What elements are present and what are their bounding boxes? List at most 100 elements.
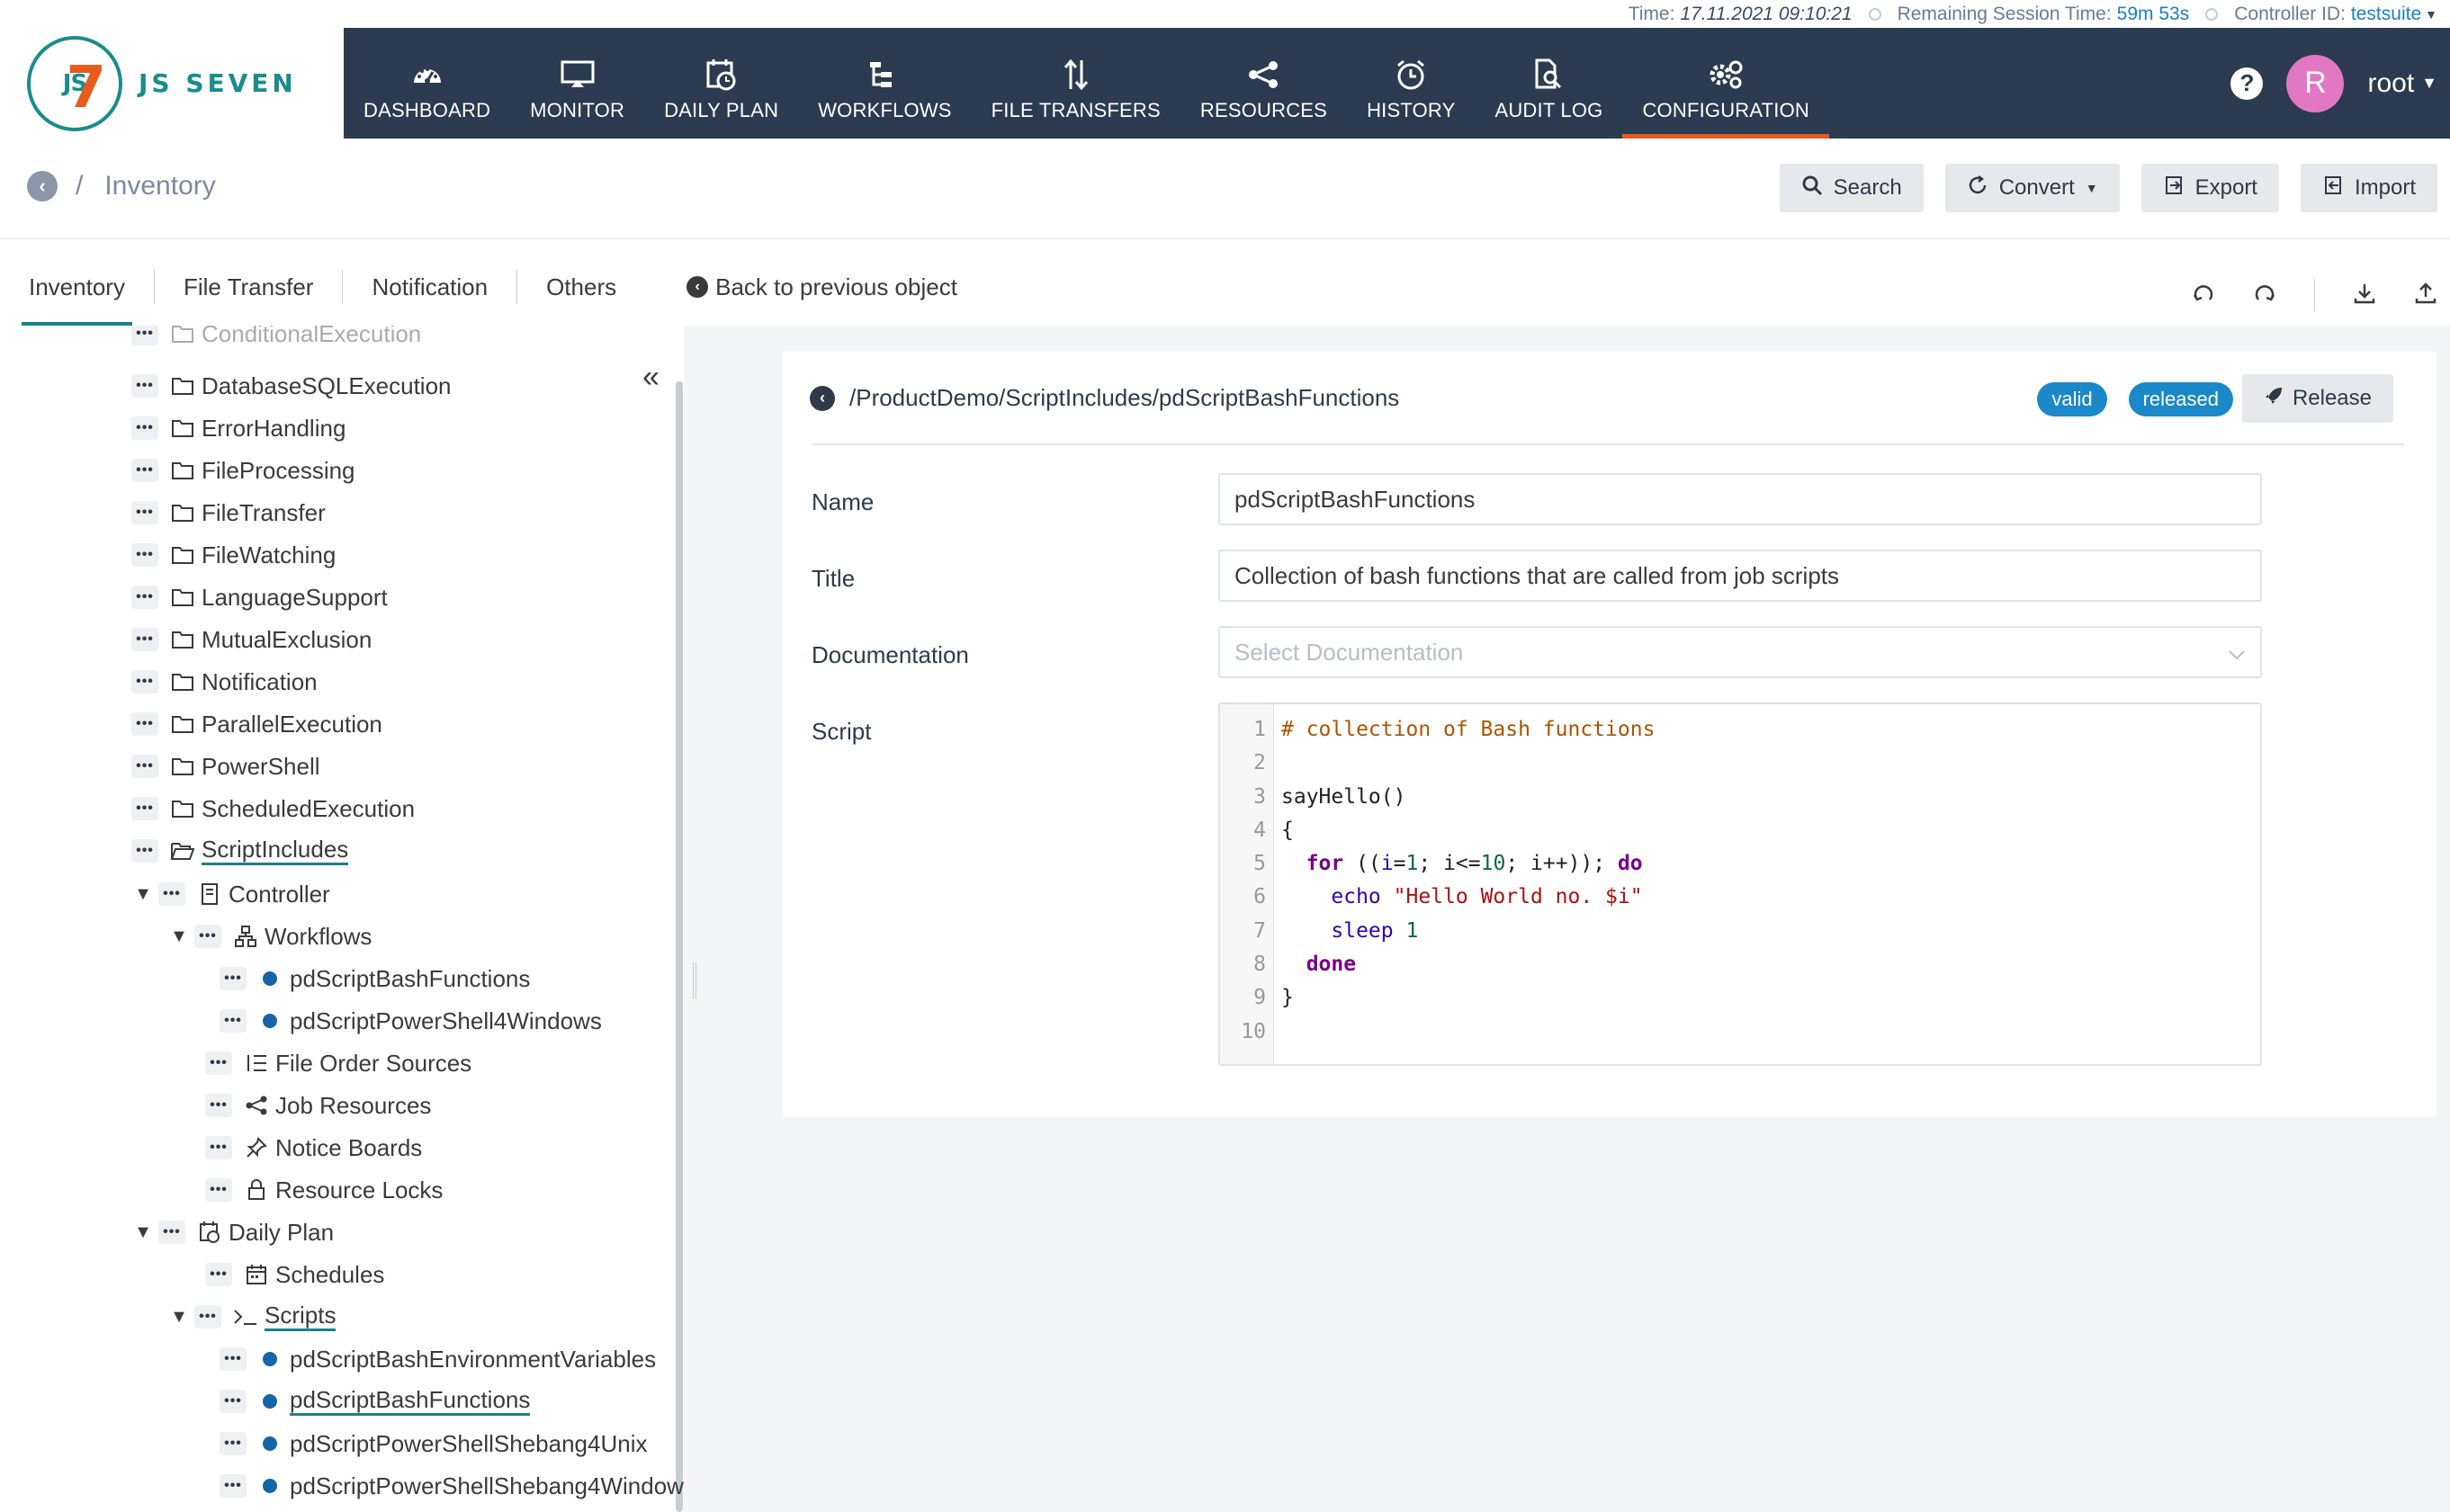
release-button[interactable]: Release	[2241, 374, 2393, 423]
tree-controller[interactable]: ▼ ••• Controller	[133, 873, 330, 915]
more-icon[interactable]: •••	[158, 882, 185, 906]
tab-file-transfer[interactable]: File Transfer	[176, 266, 321, 308]
more-icon[interactable]: •••	[205, 1051, 232, 1075]
more-icon[interactable]: •••	[131, 543, 158, 567]
more-icon[interactable]: •••	[131, 670, 158, 693]
upload-icon[interactable]	[2414, 282, 2437, 309]
tree-file-order-sources[interactable]: ••• File Order Sources	[205, 1042, 471, 1084]
title-field[interactable]: Collection of bash functions that are ca…	[1218, 550, 2262, 602]
more-icon[interactable]: •••	[194, 1305, 221, 1329]
more-icon[interactable]: •••	[220, 967, 247, 990]
tree-folder[interactable]: ••• FileProcessing	[131, 450, 355, 491]
documentation-select[interactable]: Select Documentation	[1218, 626, 2262, 678]
more-icon[interactable]: •••	[131, 712, 158, 736]
caret-down-icon[interactable]: ▼	[133, 884, 153, 905]
more-icon[interactable]: •••	[205, 1263, 232, 1286]
import-button[interactable]: Import	[2300, 164, 2437, 212]
more-icon[interactable]: •••	[220, 1432, 247, 1455]
more-icon[interactable]: •••	[205, 1136, 232, 1159]
tree-folder[interactable]: ••• FileTransfer	[131, 492, 326, 533]
more-icon[interactable]: •••	[131, 374, 158, 398]
user-menu[interactable]: root ▼	[2367, 68, 2437, 99]
tree-workflows[interactable]: ▼ ••• Workflows	[169, 916, 372, 957]
more-icon[interactable]: •••	[131, 839, 158, 863]
tree-resource-locks[interactable]: ••• Resource Locks	[205, 1169, 443, 1211]
tree-workflow-item[interactable]: ••• pdScriptBashFunctions	[220, 958, 530, 999]
nav-file-transfers[interactable]: FILE TRANSFERS	[972, 28, 1180, 139]
tree-scripts[interactable]: ▼ ••• Scripts	[169, 1296, 337, 1338]
redo-icon[interactable]	[2253, 282, 2276, 309]
more-icon[interactable]: •••	[220, 1474, 247, 1498]
more-icon[interactable]: •••	[131, 755, 158, 778]
back-arrow-icon[interactable]: ‹	[810, 385, 835, 411]
more-icon[interactable]: •••	[158, 1221, 185, 1244]
nav-history[interactable]: HISTORY	[1347, 28, 1475, 139]
undo-icon[interactable]	[2192, 282, 2215, 309]
more-icon[interactable]: •••	[220, 1347, 247, 1371]
tree-folder[interactable]: ••• PowerShell	[131, 746, 320, 787]
nav-configuration[interactable]: CONFIGURATION	[1622, 28, 1829, 139]
controller-value[interactable]: testsuite	[2351, 4, 2421, 25]
tree-folder[interactable]: ••• MutualExclusion	[131, 619, 372, 660]
back-to-previous-link[interactable]: ‹ Back to previous object	[687, 273, 957, 301]
back-arrow-icon[interactable]: ‹	[27, 171, 58, 201]
more-icon[interactable]: •••	[131, 416, 158, 440]
avatar[interactable]: R	[2286, 54, 2345, 112]
controller-selector[interactable]: Controller ID: testsuite ▼	[2234, 4, 2437, 25]
help-icon[interactable]: ?	[2230, 67, 2264, 100]
tree-folder[interactable]: ••• ConditionalExecution	[131, 326, 421, 354]
tree-script-item[interactable]: ••• pdScriptPowerShellShebang4Window	[220, 1465, 684, 1507]
caret-down-icon[interactable]: ▼	[169, 1307, 189, 1328]
name-field[interactable]: pdScriptBashFunctions	[1218, 473, 2262, 525]
collapse-panel-icon[interactable]: «	[642, 360, 660, 395]
tab-notification[interactable]: Notification	[364, 266, 495, 308]
more-icon[interactable]: •••	[220, 1390, 247, 1413]
tree-daily-plan[interactable]: ▼ ••• Daily Plan	[133, 1212, 334, 1253]
tree-script-item[interactable]: ••• pdScriptBashEnvironmentVariables	[220, 1338, 656, 1380]
tree-script-item-selected[interactable]: ••• pdScriptBashFunctions	[220, 1381, 531, 1422]
nav-dashboard[interactable]: DASHBOARD	[344, 28, 510, 139]
tree-folder[interactable]: ••• FileWatching	[131, 534, 336, 576]
more-icon[interactable]: •••	[131, 459, 158, 482]
tab-inventory[interactable]: Inventory	[22, 266, 132, 326]
more-icon[interactable]: •••	[205, 1178, 232, 1202]
download-icon[interactable]	[2353, 282, 2376, 309]
export-button[interactable]: Export	[2140, 164, 2279, 212]
more-icon[interactable]: •••	[131, 326, 158, 345]
more-icon[interactable]: •••	[131, 501, 158, 524]
tree-job-resources[interactable]: ••• Job Resources	[205, 1085, 431, 1126]
more-icon[interactable]: •••	[220, 1009, 247, 1033]
tree-folder[interactable]: ••• ScriptIncludes	[131, 830, 349, 872]
convert-button[interactable]: Convert ▼	[1944, 164, 2120, 212]
tree-folder[interactable]: ••• LanguageSupport	[131, 577, 388, 618]
logo[interactable]: JS 7 JS SEVEN	[0, 28, 344, 139]
more-icon[interactable]: •••	[131, 586, 158, 609]
caret-down-icon[interactable]: ▼	[169, 926, 189, 947]
tree-folder[interactable]: ••• DatabaseSQLExecution	[131, 365, 452, 407]
tree-schedules[interactable]: ••• Schedules	[205, 1254, 384, 1295]
tree-folder[interactable]: ••• ErrorHandling	[131, 407, 346, 449]
tree-notice-boards[interactable]: ••• Notice Boards	[205, 1127, 422, 1168]
more-icon[interactable]: •••	[205, 1094, 232, 1117]
nav-audit-log[interactable]: AUDIT LOG	[1475, 28, 1622, 139]
nav-daily-plan[interactable]: DAILY PLAN	[644, 28, 798, 139]
tree-folder[interactable]: ••• ScheduledExecution	[131, 788, 415, 829]
nav-resources[interactable]: RESOURCES	[1180, 28, 1347, 139]
tree-folder[interactable]: ••• ParallelExecution	[131, 703, 382, 745]
more-icon[interactable]: •••	[194, 925, 221, 948]
script-editor[interactable]: 1 2 3 4 5 6 7 8 9 10 # collection of Bas…	[1218, 702, 2262, 1066]
tab-others[interactable]: Others	[539, 266, 624, 308]
tree-folder[interactable]: ••• Notification	[131, 661, 318, 702]
tree-scrollbar[interactable]	[676, 381, 683, 1512]
caret-down-icon[interactable]: ▼	[133, 1222, 153, 1243]
nav-monitor[interactable]: MONITOR	[510, 28, 644, 139]
more-icon[interactable]: •••	[131, 797, 158, 820]
search-button[interactable]: Search	[1779, 164, 1924, 212]
code-lines[interactable]: # collection of Bash functions sayHello(…	[1274, 704, 1655, 1064]
nav-workflows[interactable]: WORKFLOWS	[798, 28, 971, 139]
tree-workflow-item[interactable]: ••• pdScriptPowerShell4Windows	[220, 1000, 602, 1042]
more-icon[interactable]: •••	[131, 628, 158, 651]
tree-script-item[interactable]: ••• pdScriptPowerShellShebang4Unix	[220, 1423, 647, 1464]
caret-down-icon[interactable]: ▼	[2425, 7, 2437, 22]
panel-resize-handle[interactable]	[693, 962, 696, 998]
